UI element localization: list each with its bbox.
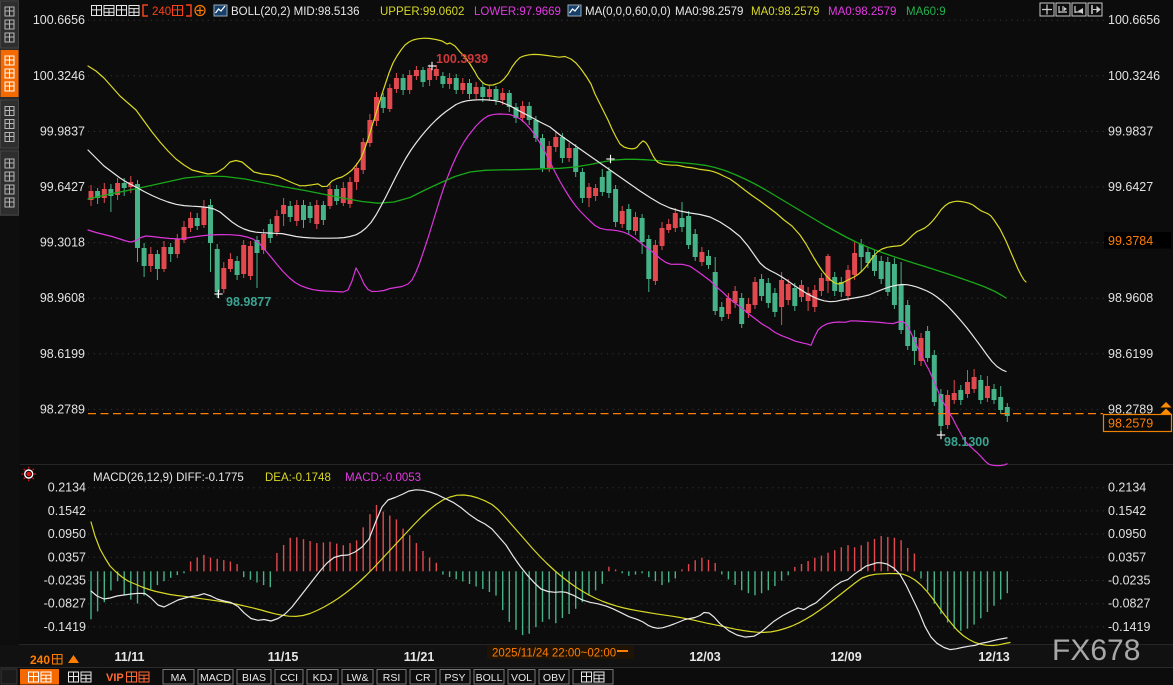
svg-text:99.9837: 99.9837 [1108, 124, 1153, 138]
svg-text:LOWER:97.9669: LOWER:97.9669 [474, 6, 561, 18]
svg-text:MA0:98.2579: MA0:98.2579 [828, 6, 896, 18]
svg-text:99.9837: 99.9837 [40, 124, 85, 138]
svg-text:11/21: 11/21 [404, 650, 435, 664]
svg-text:-0.1419: -0.1419 [1108, 620, 1150, 634]
svg-text:100.3246: 100.3246 [33, 69, 85, 83]
svg-text:99.6427: 99.6427 [40, 180, 85, 194]
svg-text:VOL: VOL [511, 672, 532, 684]
svg-text:240: 240 [30, 653, 50, 667]
svg-text:99.3784: 99.3784 [1108, 234, 1153, 248]
svg-text:RSI: RSI [383, 672, 401, 684]
svg-text:MA: MA [171, 672, 187, 684]
svg-text:99.3018: 99.3018 [40, 236, 85, 250]
svg-text:BOLL: BOLL [476, 672, 503, 684]
svg-text:11/15: 11/15 [268, 650, 299, 664]
svg-text:DEA:-0.1748: DEA:-0.1748 [265, 472, 331, 484]
svg-text:0.0950: 0.0950 [48, 527, 86, 541]
svg-text:100.3939: 100.3939 [436, 52, 488, 66]
svg-text:98.9877: 98.9877 [226, 295, 271, 309]
svg-text:MACD(26,12,9) DIFF:-0.1775: MACD(26,12,9) DIFF:-0.1775 [93, 472, 244, 484]
svg-text:VIP: VIP [106, 672, 124, 684]
svg-text:0.2134: 0.2134 [48, 481, 86, 495]
svg-text:98.1300: 98.1300 [944, 435, 989, 449]
svg-text:100.6656: 100.6656 [33, 13, 85, 27]
svg-text:MACD:-0.0053: MACD:-0.0053 [345, 472, 421, 484]
svg-text:240: 240 [152, 6, 171, 18]
svg-text:11/11: 11/11 [115, 650, 145, 664]
svg-text:0.0950: 0.0950 [1108, 527, 1146, 541]
svg-text:100.3246: 100.3246 [1108, 69, 1160, 83]
svg-text:KDJ: KDJ [313, 672, 333, 684]
svg-text:12/13: 12/13 [978, 650, 1009, 664]
svg-text:0.2134: 0.2134 [1108, 481, 1146, 495]
svg-text:MA0:98.2579: MA0:98.2579 [675, 6, 743, 18]
svg-text:0.1542: 0.1542 [1108, 504, 1146, 518]
svg-text:98.2789: 98.2789 [40, 402, 85, 416]
svg-text:99.6427: 99.6427 [1108, 180, 1153, 194]
svg-text:100.6656: 100.6656 [1108, 13, 1160, 27]
svg-text:LW&: LW& [347, 672, 369, 684]
svg-text:98.2579: 98.2579 [1108, 417, 1153, 431]
svg-text:98.9608: 98.9608 [40, 291, 85, 305]
svg-text:BIAS: BIAS [242, 672, 266, 684]
svg-text:12/03: 12/03 [689, 650, 720, 664]
svg-text:0.0357: 0.0357 [48, 550, 86, 564]
svg-text:-0.0235: -0.0235 [1108, 574, 1150, 588]
svg-text:-0.0827: -0.0827 [1108, 597, 1150, 611]
svg-text:PSY: PSY [444, 672, 465, 684]
svg-text:0.0357: 0.0357 [1108, 550, 1146, 564]
svg-text:MA0:98.2579: MA0:98.2579 [751, 6, 819, 18]
svg-text:2025/11/24 22:00~02:00: 2025/11/24 22:00~02:00 [492, 648, 616, 660]
svg-text:CCI: CCI [280, 672, 298, 684]
svg-text:98.9608: 98.9608 [1108, 291, 1153, 305]
svg-text:CR: CR [415, 672, 431, 684]
svg-text:12/09: 12/09 [830, 650, 861, 664]
svg-text:MACD: MACD [200, 672, 231, 684]
svg-text:-0.0235: -0.0235 [44, 574, 86, 588]
svg-text:MA60:9: MA60:9 [906, 6, 946, 18]
svg-text:FX678: FX678 [1052, 634, 1140, 667]
svg-text:98.6199: 98.6199 [1108, 347, 1153, 361]
svg-text:98.6199: 98.6199 [40, 347, 85, 361]
svg-text:MA(0,0,0,60,0,0): MA(0,0,0,60,0,0) [585, 6, 671, 18]
svg-text:UPPER:99.0602: UPPER:99.0602 [380, 6, 464, 18]
svg-text:-0.0827: -0.0827 [44, 597, 86, 611]
svg-text:BOLL(20,2) MID:98.5136: BOLL(20,2) MID:98.5136 [231, 6, 360, 18]
svg-text:0.1542: 0.1542 [48, 504, 86, 518]
svg-text:OBV: OBV [543, 672, 565, 684]
svg-text:-0.1419: -0.1419 [44, 620, 86, 634]
